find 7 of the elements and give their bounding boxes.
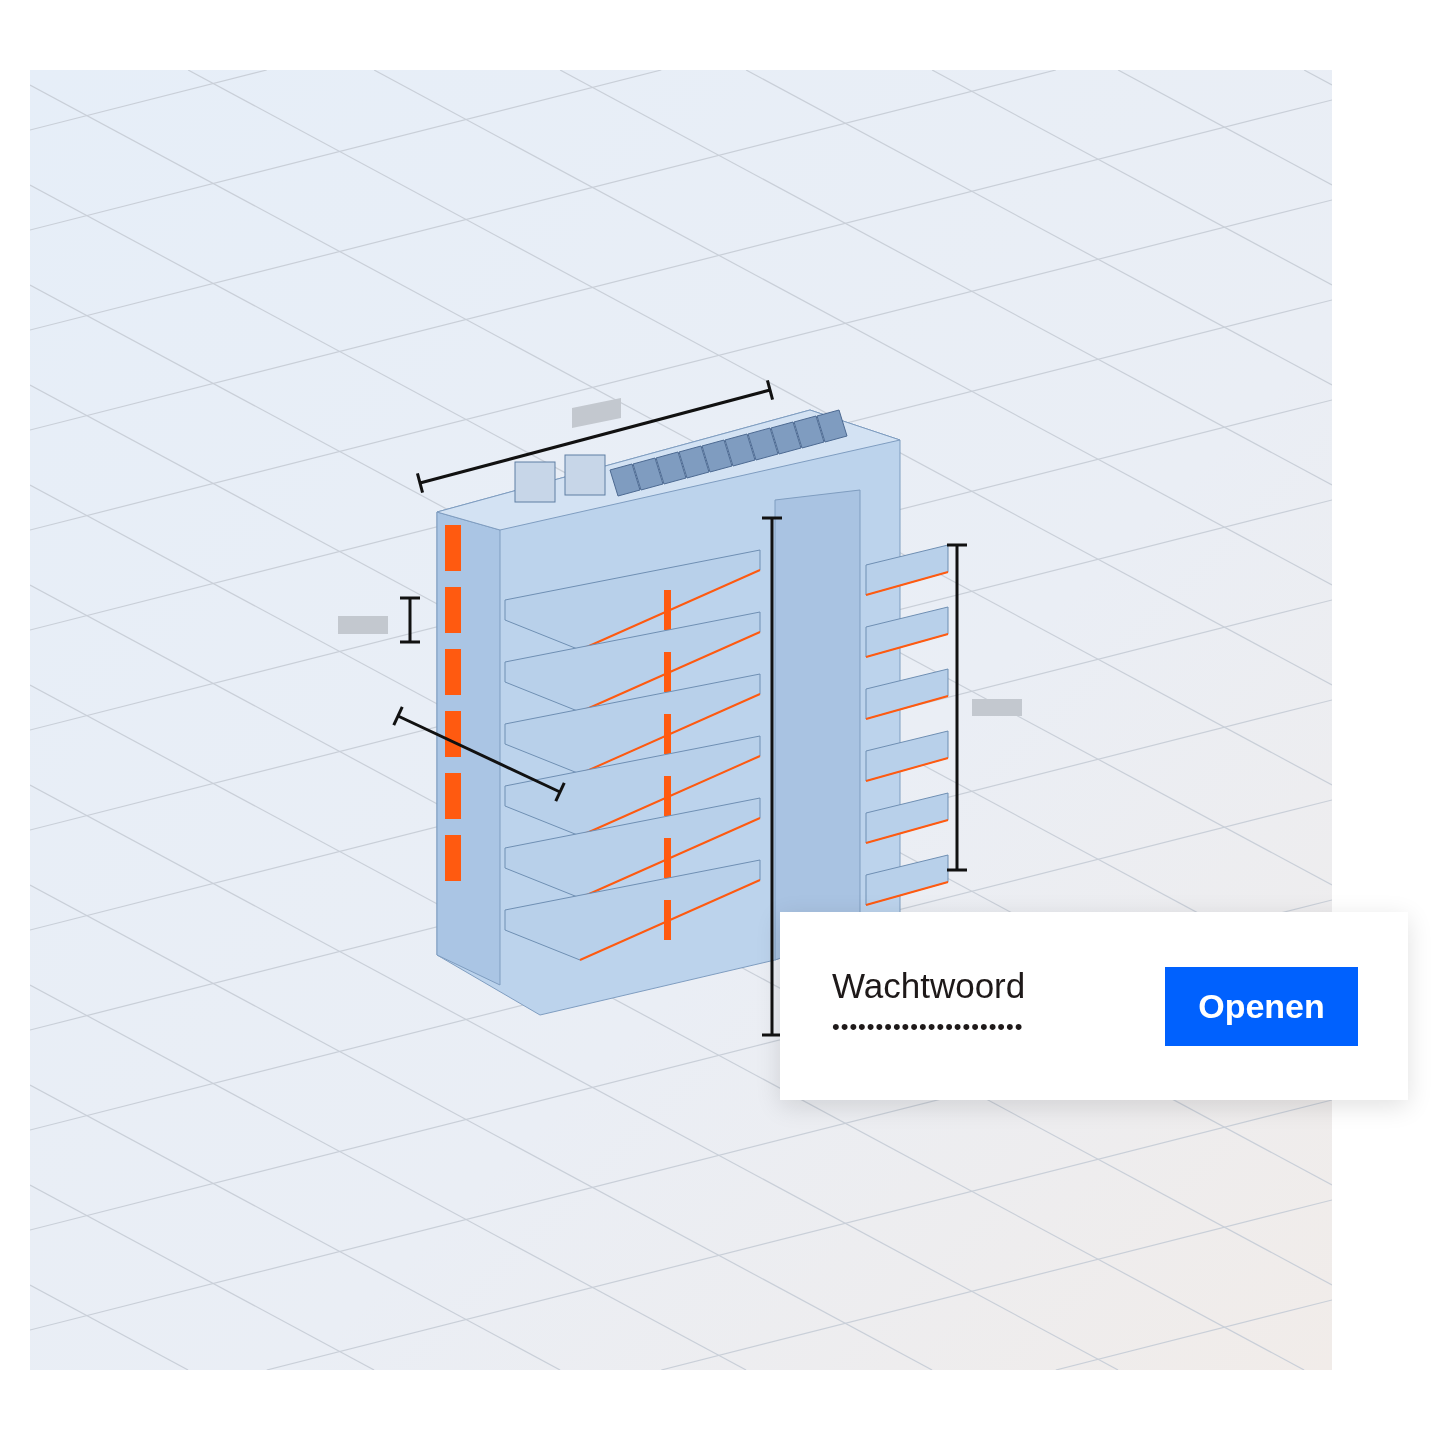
label-placeholder	[572, 398, 621, 428]
dimension-line	[400, 596, 420, 644]
password-label: Wachtwoord	[832, 966, 1026, 1006]
label-placeholder	[338, 616, 388, 634]
password-field[interactable]: ••••••••••••••••••••••	[832, 1014, 1026, 1040]
label-placeholder	[972, 699, 1022, 716]
open-button[interactable]: Openen	[1165, 967, 1358, 1046]
